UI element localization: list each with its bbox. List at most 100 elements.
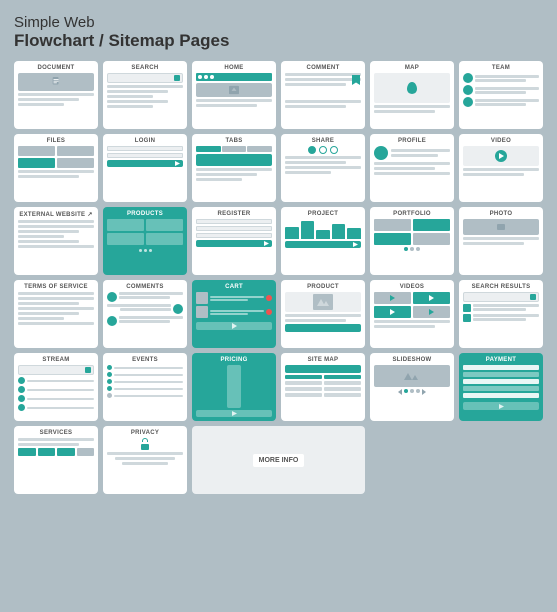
e-line5 [18,240,79,243]
team-avatar3 [463,97,473,107]
slide-prev[interactable] [398,389,402,395]
login-field2 [107,153,183,158]
sh-line1 [285,156,361,159]
svc-block2 [38,448,56,456]
label-privacy: PRIVACY [107,430,183,436]
search-bar [107,73,183,83]
content-register [196,219,272,271]
t-line5 [475,99,539,102]
more-info-button[interactable]: MORE INFO [253,454,305,467]
pdot3 [149,249,152,252]
card-events: EVENTS [103,353,187,421]
cart-item1 [196,292,272,304]
card-privacy: PRIVACY [103,426,187,494]
tab2[interactable] [222,146,247,152]
svc-line2 [18,443,79,446]
port-cell4 [413,233,450,245]
card-payment: PAYMENT [459,353,543,421]
product-btn[interactable] [285,324,361,332]
slideshow-dots [374,389,450,395]
card-project: PROJECT [281,207,365,275]
label-portfolio: PORTFOLIO [374,211,450,217]
content-map [374,73,450,125]
content-tabs [196,146,272,198]
sr-icon2 [463,314,471,322]
sm-row1 [285,375,322,379]
card-comments: COMMENTS [103,280,187,348]
share-icon3[interactable] [330,146,338,154]
payment-lines [463,365,539,398]
pricing-btn[interactable] [196,410,272,417]
remove-btn2[interactable] [266,309,272,315]
card-stream: STREAM [14,353,98,421]
event5 [107,393,183,398]
label-terms: TERMS OF SERVICE [18,284,94,290]
content-comment [285,73,361,125]
card-home: HOME [192,61,276,129]
sp2 [18,386,25,393]
prod-cell1 [107,219,144,231]
sr-icon1 [463,304,471,312]
video-play-btn[interactable] [495,150,507,162]
payment-btn[interactable] [463,402,539,410]
bar2 [301,221,315,239]
port-cell2 [413,219,450,231]
vid-play3 [390,309,395,315]
files-grid [18,146,94,168]
content-team [463,73,539,125]
label-profile: PROFILE [374,138,450,144]
content-privacy [107,438,183,490]
pr-line1 [285,314,361,317]
sl2 [27,389,94,391]
share-icon1[interactable] [308,146,316,154]
content-services [18,438,94,490]
card-terms: TERMS OF SERVICE [14,280,98,348]
sitemap-grid [285,375,361,397]
label-pricing: PRICING [196,357,272,363]
reg-btn[interactable] [196,240,272,247]
label-search: SEARCH [107,65,183,71]
tab3[interactable] [247,146,272,152]
lock-shackle [142,438,148,442]
slide-next[interactable] [422,389,426,395]
card-files: FILES [14,134,98,202]
sm-row5 [285,387,322,391]
svc-line1 [18,438,94,441]
v-line2 [463,173,524,176]
photo-icon [497,224,505,230]
sm-row4 [324,381,361,385]
ph-line2 [463,242,524,245]
card-register: REGISTER [192,207,276,275]
ev-dot2 [107,372,112,377]
project-btn[interactable] [285,241,361,248]
ev-line3 [114,381,183,383]
login-btn[interactable] [107,160,183,167]
share-icon2[interactable] [319,146,327,154]
sd3 [416,389,420,393]
label-external: EXTERNAL WEBSITE ↗ [18,211,94,218]
slideshow-main [374,365,450,387]
vid-line1 [374,320,450,323]
s-line2 [107,90,168,93]
tabs-hero [196,154,272,166]
event2 [107,372,183,377]
label-payment: PAYMENT [463,357,539,363]
label-cart: CART [196,284,272,290]
label-photo: PHOTO [463,211,539,217]
tab1[interactable] [196,146,221,152]
sm-row6 [324,387,361,391]
sr-line1 [473,304,539,307]
cart-img1 [196,292,208,304]
tos-line3 [18,302,79,305]
stream-search-dot [85,367,91,373]
file-cell1 [18,146,55,156]
map-area [374,73,450,103]
reg-field2 [196,226,272,231]
content-cart [196,292,272,344]
remove-btn1[interactable] [266,295,272,301]
search-dot [174,75,180,81]
sm-header [285,365,361,373]
portfolio-pagination [374,247,450,251]
vid-play1 [390,295,395,301]
card-tabs: TABS [192,134,276,202]
